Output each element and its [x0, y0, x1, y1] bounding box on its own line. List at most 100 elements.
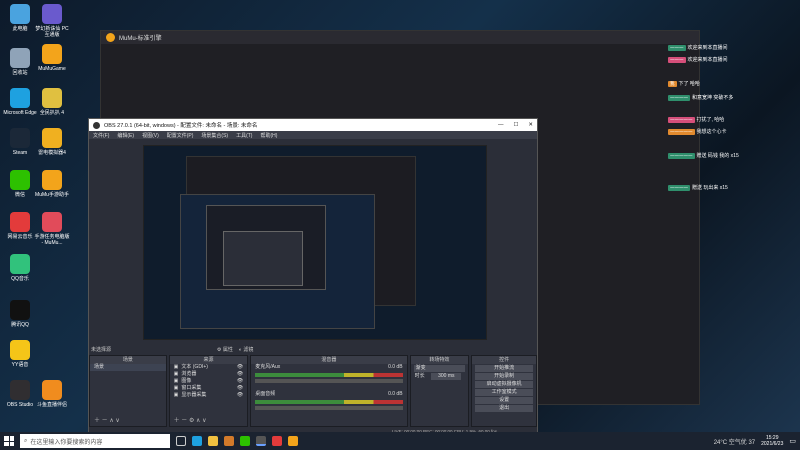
- desktop-track: 桌面音频 0.0 dB: [255, 391, 403, 397]
- desktop-icon-label: 全民扒扒 4: [39, 110, 65, 116]
- obs-taskbar-icon[interactable]: [256, 436, 266, 446]
- taskbar-search[interactable]: ⌕ 在这里输入你要搜索的内容: [20, 434, 170, 448]
- app-taskbar-icon[interactable]: [224, 436, 234, 446]
- edge-taskbar-icon[interactable]: [192, 436, 202, 446]
- desktop-icon[interactable]: MuMuGame: [34, 44, 70, 72]
- obs-menu-item[interactable]: 视图(V): [142, 132, 159, 139]
- desktop-icon[interactable]: YY语音: [2, 340, 38, 368]
- control-button[interactable]: 开始推流: [475, 365, 533, 372]
- mic-slider[interactable]: [255, 379, 403, 383]
- netease-taskbar-icon[interactable]: [272, 436, 282, 446]
- weather[interactable]: 24°C 空气优 37: [714, 437, 755, 446]
- sources-dock: 来源 ▣ 文本 (GDI+) 👁 ▣ 浏览器 👁 ▣ 图像 👁 ▣ 窗口采集 👁 ▣ 显示器采集 👁 ＋ －…: [168, 355, 249, 427]
- app-icon: [42, 170, 62, 190]
- source-type-icon: ▣: [173, 364, 179, 370]
- chat-text: 打扰了, 哈哈: [696, 117, 725, 123]
- visibility-icon[interactable]: 👁: [237, 378, 243, 385]
- chat-message: 一一一 欢迎来到本直播间: [668, 44, 728, 51]
- obs-titlebar[interactable]: OBS 27.0.1 (64-bit, windows) - 配置文件: 未命名…: [89, 119, 537, 131]
- source-item[interactable]: ▣ 窗口采集 👁: [170, 385, 248, 392]
- obs-menu-item[interactable]: 场景集合(S): [201, 132, 228, 139]
- task-view-icon[interactable]: [176, 436, 186, 446]
- obs-menu-item[interactable]: 文件(F): [93, 132, 109, 139]
- obs-menu-item[interactable]: 编辑(E): [117, 132, 134, 139]
- source-item[interactable]: ▣ 文本 (GDI+) 👁: [170, 364, 248, 371]
- obs-menu-item[interactable]: 配置文件(P): [167, 132, 194, 139]
- mumu-titlebar[interactable]: MuMu-标准引擎: [101, 31, 699, 44]
- desktop-icon[interactable]: 网易云音乐: [2, 212, 38, 240]
- control-button[interactable]: 退出: [475, 405, 533, 412]
- scene-toolbar[interactable]: ＋ － ∧ ∨: [94, 415, 120, 424]
- control-button[interactable]: 设置: [475, 397, 533, 404]
- app-icon: [10, 300, 30, 320]
- control-button[interactable]: 启动虚拟摄像机: [475, 381, 533, 388]
- desktop-icon-label: MuMu手游助手: [35, 192, 69, 198]
- desktop-slider[interactable]: [255, 406, 403, 410]
- chat-message: 一一一一 和意宽坤 突破不多: [668, 94, 733, 101]
- chat-message: 一一一一 赠送 玩出来 x15: [668, 184, 728, 191]
- chat-text: 赠送 码钱 我的 x15: [696, 153, 739, 159]
- minimize-icon[interactable]: —: [498, 122, 504, 128]
- desktop-icon[interactable]: 此电脑: [2, 4, 38, 32]
- desktop-icon[interactable]: MuMu手游助手: [34, 170, 70, 198]
- mumu-taskbar-icon[interactable]: [288, 436, 298, 446]
- transitions-header: 转场特效: [410, 356, 469, 364]
- desktop-icon[interactable]: 手游任务电脑版 - MuMu...: [34, 212, 70, 246]
- obs-menu-item[interactable]: 帮助(H): [260, 132, 277, 139]
- controls-header: 控件: [472, 356, 536, 364]
- desktop-icon-label: QQ音乐: [11, 276, 29, 282]
- search-icon: ⌕: [24, 437, 28, 444]
- explorer-taskbar-icon[interactable]: [208, 436, 218, 446]
- desktop-icon[interactable]: 微信: [2, 170, 38, 198]
- desktop-icon[interactable]: QQ音乐: [2, 254, 38, 282]
- source-type-icon: ▣: [173, 371, 179, 377]
- desktop-icon[interactable]: 腾讯QQ: [2, 300, 38, 328]
- app-icon: [10, 212, 30, 232]
- properties-button[interactable]: ⚙ 属性: [217, 346, 233, 353]
- desktop-icon-label: 腾讯QQ: [11, 322, 29, 328]
- visibility-icon[interactable]: 👁: [237, 392, 243, 399]
- desktop-icon[interactable]: 斗鱼直播伴侣: [34, 380, 70, 408]
- chat-message: 一一一一一 打扰了, 哈哈: [668, 116, 724, 123]
- no-source-label: 未选择源: [91, 347, 112, 353]
- source-item[interactable]: ▣ 显示器采集 👁: [170, 392, 248, 399]
- obs-menu-item[interactable]: 工具(T): [236, 132, 252, 139]
- taskbar: ⌕ 在这里输入你要搜索的内容 24°C 空气优 37 15:29 2021/6/2…: [0, 432, 800, 450]
- desktop-icon[interactable]: 回收站: [2, 48, 38, 76]
- source-item[interactable]: ▣ 浏览器 👁: [170, 371, 248, 378]
- chat-message: 一一一一一 我想这个心卡: [668, 128, 727, 135]
- chat-text: 赠送 玩出来 x15: [692, 185, 728, 191]
- app-icon: [10, 88, 30, 108]
- obs-window[interactable]: OBS 27.0.1 (64-bit, windows) - 配置文件: 未命名…: [88, 118, 538, 436]
- wechat-taskbar-icon[interactable]: [240, 436, 250, 446]
- desktop-icon[interactable]: 雷电模拟器4: [34, 128, 70, 156]
- desktop-icon-label: YY语音: [11, 362, 29, 368]
- visibility-icon[interactable]: 👁: [237, 371, 243, 378]
- desktop-meter: [255, 400, 403, 404]
- desktop-icon[interactable]: 梦幻新诛仙 PC互通版: [34, 4, 70, 38]
- control-button[interactable]: 开始录制: [475, 373, 533, 380]
- desktop-icon[interactable]: OBS Studio: [2, 380, 38, 408]
- notification-icon[interactable]: ▭: [789, 437, 796, 445]
- source-toolbar[interactable]: ＋ － ⚙ ∧ ∨: [174, 415, 207, 424]
- start-button[interactable]: [4, 436, 14, 446]
- scene-item[interactable]: 场景: [90, 364, 166, 371]
- control-button[interactable]: 工作室模式: [475, 389, 533, 396]
- transition-select[interactable]: 渐变: [413, 365, 466, 372]
- source-type-icon: ▣: [173, 392, 179, 398]
- desktop-icon[interactable]: Microsoft Edge: [2, 88, 38, 116]
- duration-input[interactable]: 300 ms: [431, 373, 462, 380]
- maximize-icon[interactable]: ☐: [513, 122, 518, 128]
- close-icon[interactable]: ✕: [528, 122, 533, 128]
- desktop-icon[interactable]: Steam: [2, 128, 38, 156]
- desktop-icon[interactable]: 全民扒扒 4: [34, 88, 70, 116]
- chat-message: 我下了 哈哈: [668, 80, 700, 87]
- filters-button[interactable]: ◐ 滤镜: [239, 346, 253, 353]
- visibility-icon[interactable]: 👁: [237, 385, 243, 392]
- source-item[interactable]: ▣ 图像 👁: [170, 378, 248, 385]
- clock[interactable]: 15:29 2021/6/23: [761, 435, 783, 447]
- obs-preview[interactable]: [143, 145, 487, 340]
- visibility-icon[interactable]: 👁: [237, 364, 243, 371]
- chat-text: 下了 哈哈: [678, 81, 700, 87]
- mixer-header: 混音器: [251, 356, 407, 364]
